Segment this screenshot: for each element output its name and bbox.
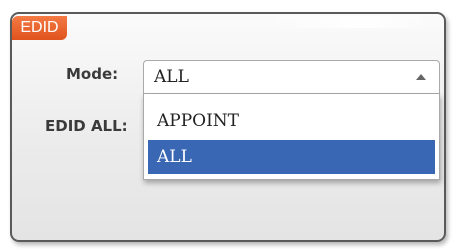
mode-option-all[interactable]: ALL (148, 140, 435, 174)
chevron-up-icon[interactable] (416, 74, 426, 80)
mode-label: Mode: (66, 65, 119, 83)
panel-gloss (262, 16, 432, 28)
mode-dropdown-list: APPOINT ALL (143, 94, 440, 180)
edid-tab-title: EDID (12, 16, 67, 40)
mode-option-appoint[interactable]: APPOINT (148, 104, 435, 138)
mode-select[interactable]: ALL (143, 60, 440, 94)
mode-select-value: ALL (154, 67, 189, 87)
edid-all-label: EDID ALL: (45, 117, 128, 135)
